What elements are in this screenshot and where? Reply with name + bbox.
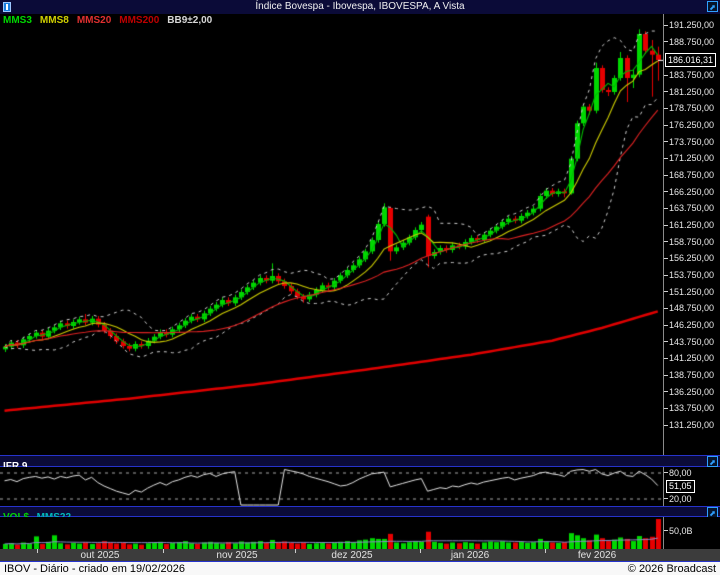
- volume-axis-label: 50,0B: [664, 526, 693, 536]
- main-chart-panel: MMS3 MMS8 MMS20 MMS200 BB9±2,00 191.250,00 18…: [0, 14, 720, 455]
- time-axis-label: fev 2026: [577, 550, 617, 561]
- time-axis-tick: [163, 549, 164, 553]
- time-axis-label: dez 2025: [331, 550, 373, 561]
- trading-app-window: { "title_bar": { "title": "Índice Bovesp…: [0, 0, 720, 575]
- time-axis: out 2025 nov 2025 dez 2025 jan 2026 fev 2026: [0, 549, 720, 562]
- price-axis-tick: 138.750,00: [664, 370, 714, 380]
- time-axis-label: nov 2025: [216, 550, 258, 561]
- price-axis-tick: 141.250,00: [664, 353, 714, 363]
- price-axis-tick: 133.750,00: [664, 403, 714, 413]
- time-axis-tick: [37, 549, 38, 553]
- ifr-panel: 80,00 51,05 20,00: [0, 467, 720, 506]
- time-axis-label: out 2025: [80, 550, 120, 561]
- price-axis-tick: 178.750,00: [664, 103, 714, 113]
- price-axis-tick: 143.750,00: [664, 337, 714, 347]
- price-axis: 191.250,00 188.750,00 183.750,00 181.250,00…: [663, 14, 720, 455]
- legend-item-BB9200: BB9±2,00: [167, 15, 213, 26]
- time-axis-tick: [295, 549, 296, 553]
- legend-item-MMS8: MMS8: [39, 15, 69, 26]
- legend-item-MMS3: MMS3: [3, 15, 32, 26]
- time-axis-label: jan 2026: [450, 550, 490, 561]
- status-left: IBOV - Diário - criado em 19/02/2026: [4, 562, 185, 575]
- ifr-axis-top-label: 80,00: [664, 468, 692, 478]
- price-axis-tick: 188.750,00: [664, 37, 714, 47]
- time-axis-tick: [420, 549, 421, 553]
- main-chart-plot[interactable]: [0, 14, 663, 455]
- volume-panel: 50,0B: [0, 517, 720, 549]
- volume-axis: 50,0B: [663, 517, 720, 549]
- ifr-current-badge: 51,05: [666, 480, 695, 493]
- indicator-legend: MMS3 MMS8 MMS20 MMS200 BB9±2,00: [3, 15, 212, 26]
- legend-item-MMS20: MMS20: [76, 15, 112, 26]
- volume-panel-header: VOL$ MMS22 ⬈: [0, 506, 720, 523]
- price-axis-tick: 151.250,00: [664, 287, 714, 297]
- price-axis-tick: 156.250,00: [664, 253, 714, 263]
- price-axis-tick: 161.250,00: [664, 220, 714, 230]
- price-axis-tick: 146.250,00: [664, 320, 714, 330]
- price-axis-tick: 168.750,00: [664, 170, 714, 180]
- ifr-axis-bottom-label: 20,00: [664, 494, 692, 504]
- price-axis-tick: 181.250,00: [664, 87, 714, 97]
- price-axis-tick: 163.750,00: [664, 203, 714, 213]
- popout-icon[interactable]: ⬈: [707, 1, 718, 12]
- ifr-popout-icon[interactable]: ⬈: [707, 456, 718, 467]
- price-axis-tick: 191.250,00: [664, 20, 714, 30]
- legend-item-MMS200: MMS200: [119, 15, 160, 26]
- time-axis-tick: [545, 549, 546, 553]
- price-axis-tick: 173.750,00: [664, 137, 714, 147]
- price-axis-tick: 136.250,00: [664, 387, 714, 397]
- price-axis-tick: 166.250,00: [664, 187, 714, 197]
- price-axis-tick: 158.750,00: [664, 237, 714, 247]
- last-price-badge: 186.016,31: [665, 52, 717, 67]
- window-title: Índice Bovespa - Ibovespa, IBOVESPA, A V…: [255, 1, 465, 12]
- ifr-plot[interactable]: [0, 467, 663, 506]
- status-bar: IBOV - Diário - criado em 19/02/2026 © 2…: [0, 562, 720, 575]
- ifr-panel-header: IFR 9 ⬈: [0, 455, 720, 472]
- price-axis-tick: 171.250,00: [664, 153, 714, 163]
- ifr-axis: 80,00 51,05 20,00: [663, 467, 720, 506]
- price-axis-tick: 153.750,00: [664, 270, 714, 280]
- price-axis-tick: 148.750,00: [664, 303, 714, 313]
- status-right: © 2026 Broadcast: [627, 562, 716, 575]
- price-axis-tick: 183.750,00: [664, 70, 714, 80]
- price-axis-tick: 131.250,00: [664, 420, 714, 430]
- price-axis-tick: 176.250,00: [664, 120, 714, 130]
- title-bar: Índice Bovespa - Ibovespa, IBOVESPA, A V…: [0, 0, 720, 14]
- volume-plot[interactable]: [0, 517, 663, 549]
